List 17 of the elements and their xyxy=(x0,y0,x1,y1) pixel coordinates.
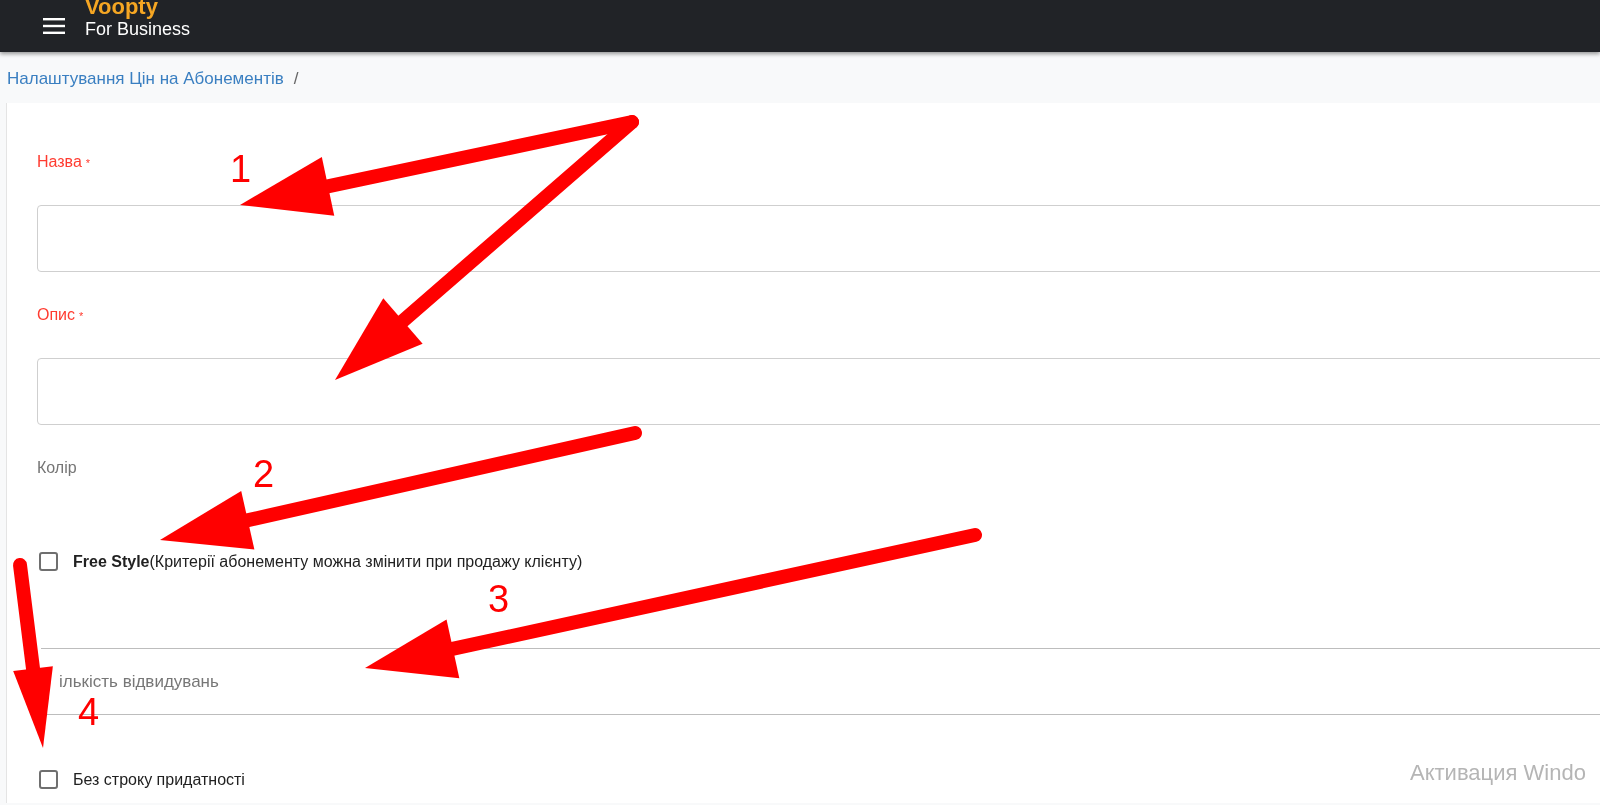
field-label: Опис * xyxy=(37,306,84,324)
annotation-number: 2 xyxy=(253,455,275,493)
field-label: Назва * xyxy=(37,153,91,171)
breadcrumb-link[interactable]: Налаштування Цін на Абонементів xyxy=(7,69,284,89)
checkbox[interactable] xyxy=(39,770,58,789)
annotation-number: 3 xyxy=(488,580,510,618)
text-input[interactable] xyxy=(37,358,1600,425)
breadcrumb-separator: / xyxy=(293,69,299,89)
annotation-number: 1 xyxy=(230,150,252,188)
logo-subtitle: For Business xyxy=(85,19,191,40)
checkbox-label: Без строку придатності xyxy=(73,770,245,789)
field-label: Колір xyxy=(37,459,77,477)
checkbox-label: Free Style(Критерії абонементу можна змінити при продажу клієнту) xyxy=(73,552,583,571)
text-input[interactable] xyxy=(37,205,1600,272)
checkbox[interactable] xyxy=(39,552,58,571)
menu-icon[interactable] xyxy=(43,18,65,34)
activation-notice: Активация Windo xyxy=(1410,760,1586,786)
